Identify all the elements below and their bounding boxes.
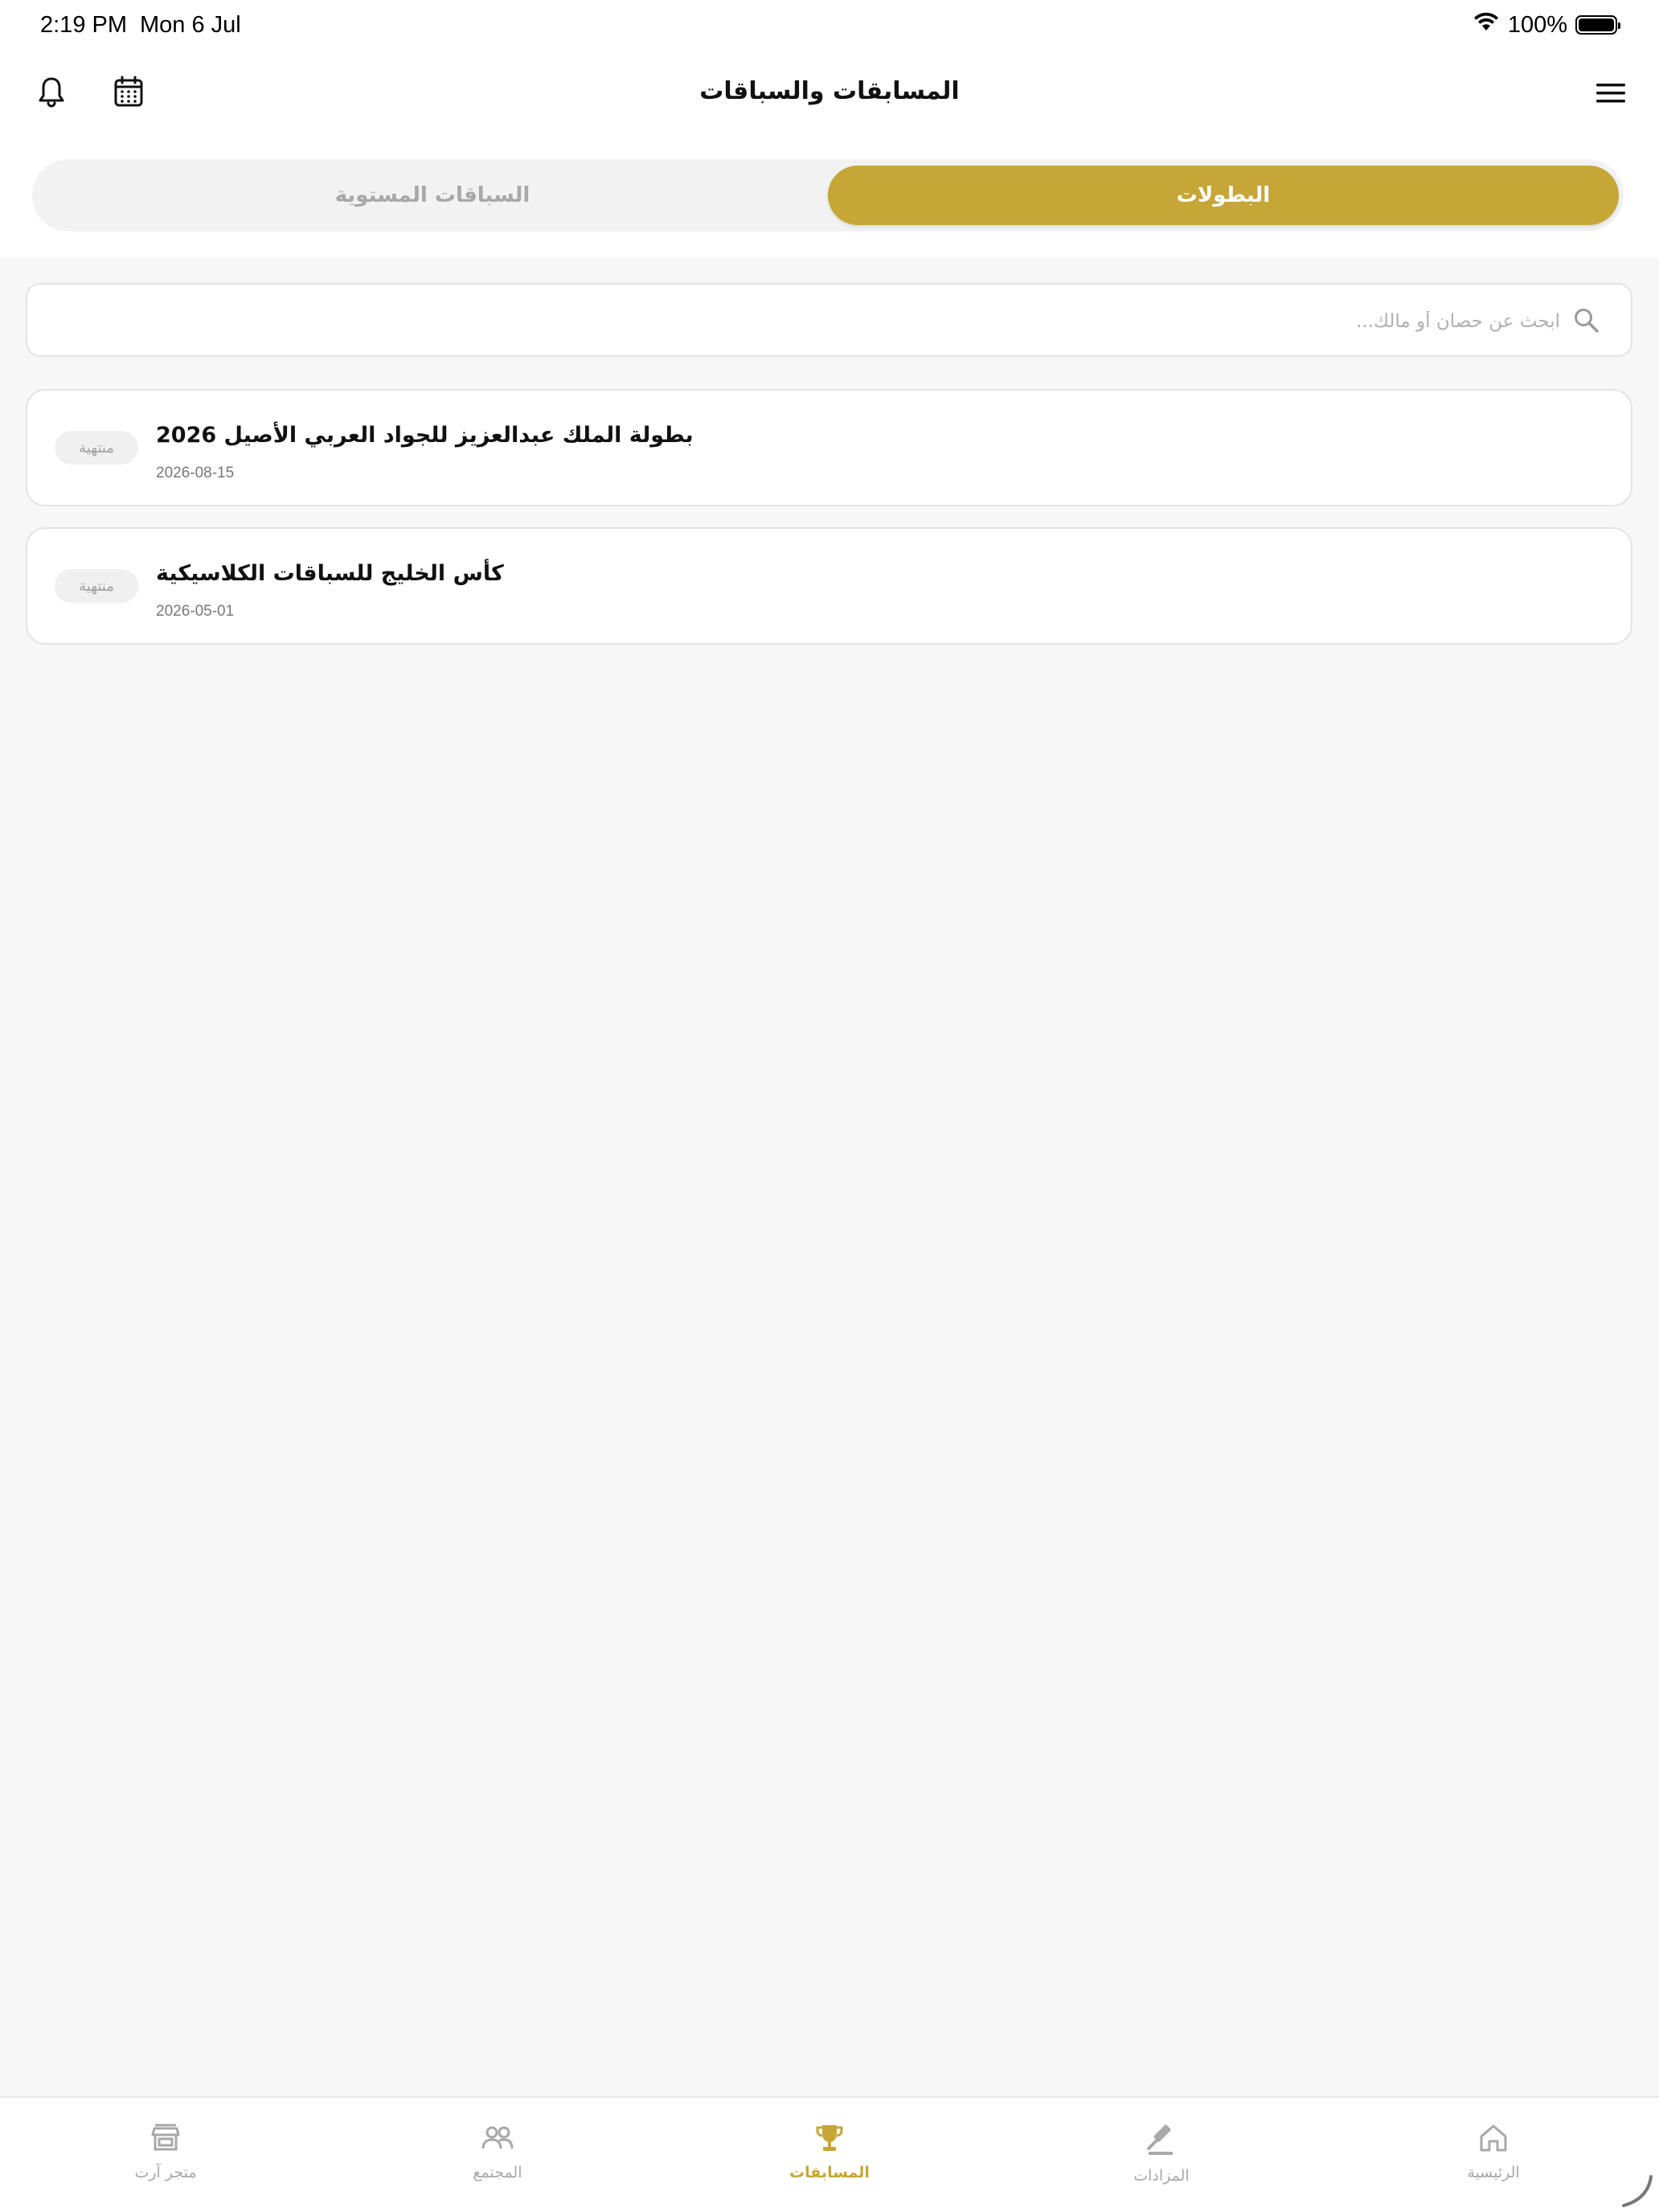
search-box: [26, 283, 1632, 357]
notifications-button[interactable]: [26, 68, 77, 119]
nav-label-competitions: المسابقات: [789, 2164, 870, 2181]
nav-auctions[interactable]: المزادات: [1081, 2122, 1242, 2202]
search-icon: [1573, 307, 1600, 338]
status-bar: 2:19 PM Mon 6 Jul 100%: [0, 0, 1659, 51]
store-icon: [150, 2122, 182, 2157]
search-input[interactable]: [97, 302, 1560, 341]
wifi-icon: [1473, 11, 1500, 39]
battery-icon: [1575, 15, 1620, 35]
championship-card[interactable]: بطولة الملك عبدالعزيز للجواد العربي الأص…: [26, 389, 1632, 506]
segmented-tabs: البطولات السباقات المستوية: [32, 159, 1624, 231]
nav-label-store: متجر آرت: [134, 2164, 197, 2181]
nav-community[interactable]: المجتمع: [417, 2122, 578, 2202]
nav-label-home: الرئيسية: [1467, 2164, 1520, 2181]
community-icon: [480, 2122, 515, 2157]
status-time: 2:19 PM: [40, 12, 127, 38]
championship-date: 2026-05-01: [156, 603, 235, 620]
menu-button[interactable]: [1585, 69, 1636, 121]
championship-date: 2026-08-15: [156, 465, 235, 481]
nav-label-auctions: المزادات: [1133, 2167, 1190, 2185]
tab-level-races[interactable]: السباقات المستوية: [37, 166, 828, 225]
nav-store[interactable]: متجر آرت: [85, 2122, 246, 2202]
nav-label-community: المجتمع: [473, 2164, 522, 2181]
nav-home[interactable]: الرئيسية: [1413, 2122, 1574, 2202]
gavel-icon: [1144, 2122, 1179, 2161]
header: المسابقات والسباقات: [0, 63, 1659, 127]
status-right: 100%: [1473, 11, 1620, 39]
tab-championships[interactable]: البطولات: [828, 166, 1619, 225]
battery-fill: [1579, 18, 1614, 31]
nav-competitions[interactable]: المسابقات: [749, 2122, 910, 2202]
status-badge: منتهية: [55, 431, 138, 465]
championship-card[interactable]: كأس الخليج للسباقات الكلاسيكية 2026-05-0…: [26, 527, 1632, 645]
home-icon: [1477, 2122, 1509, 2157]
status-date: Mon 6 Jul: [140, 12, 241, 38]
battery-percent: 100%: [1507, 11, 1567, 38]
bell-icon: [37, 76, 66, 111]
calendar-icon: [113, 76, 144, 111]
bottom-nav: متجر آرت المجتمع المسابقات المزادات الرئ…: [0, 2096, 1659, 2212]
menu-icon: [1595, 80, 1627, 109]
status-badge: منتهية: [55, 569, 138, 603]
championship-title: كأس الخليج للسباقات الكلاسيكية: [156, 561, 504, 586]
trophy-icon: [813, 2122, 846, 2157]
calendar-button[interactable]: [103, 68, 154, 119]
championship-title: بطولة الملك عبدالعزيز للجواد العربي الأص…: [156, 423, 694, 448]
page-title: المسابقات والسباقات: [699, 77, 960, 105]
scroll-indicator-icon: [1619, 2173, 1654, 2209]
